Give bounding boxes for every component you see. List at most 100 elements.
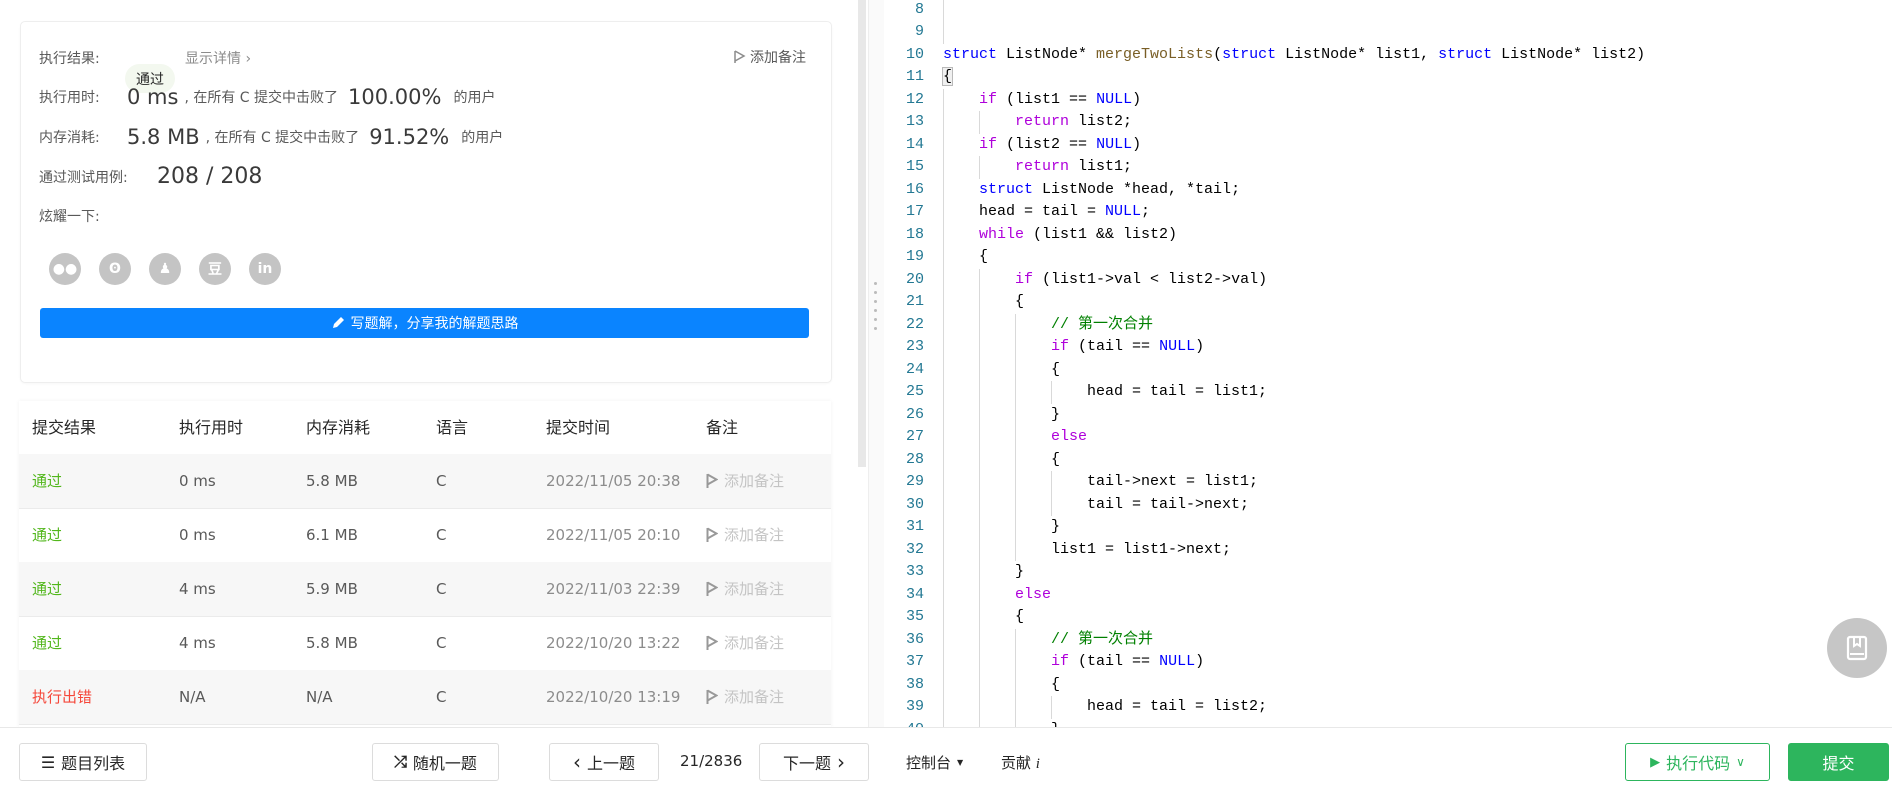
line-number: 39 — [905, 698, 924, 715]
notes-float-button[interactable] — [1827, 618, 1887, 678]
caret-down-icon: ▼ — [957, 758, 964, 767]
panel-resize-handle[interactable] — [868, 0, 885, 727]
code-line[interactable]: while (list1 && list2) — [943, 224, 1177, 247]
submit-button[interactable]: 提交 — [1788, 743, 1889, 781]
chevron-left-icon: ‹ — [572, 750, 581, 774]
cell-status[interactable]: 通过 — [32, 454, 62, 508]
grip-dot — [874, 291, 877, 294]
code-line[interactable]: if (tail == NULL) — [943, 336, 1204, 359]
cell-status[interactable]: 执行出错 — [32, 670, 92, 724]
problem-list-button[interactable]: ☰ 题目列表 — [19, 743, 147, 781]
add-note-button[interactable]: 添加备注 — [706, 508, 784, 562]
code-line[interactable]: return list2; — [943, 111, 1132, 134]
list-icon: ☰ — [40, 752, 56, 772]
code-line[interactable]: else — [943, 426, 1087, 449]
console-toggle[interactable]: 控制台 ▼ — [906, 752, 963, 773]
cell-memory: 5.8 MB — [306, 634, 358, 652]
linkedin-icon[interactable]: in — [249, 253, 281, 285]
memory-value: 5.8 MB — [127, 125, 200, 149]
code-line[interactable]: { — [943, 674, 1060, 697]
line-number: 18 — [905, 225, 924, 243]
code-line[interactable]: if (tail == NULL) — [943, 651, 1204, 674]
code-line[interactable]: head = tail = NULL; — [943, 201, 1150, 224]
code-line[interactable]: head = tail = list2; — [943, 696, 1267, 719]
add-note-button[interactable]: 添加备注 — [706, 454, 784, 508]
code-line[interactable]: tail->next = list1; — [943, 471, 1258, 494]
grip-dot — [874, 309, 877, 312]
header-language: 语言 — [436, 418, 469, 437]
line-number: 23 — [905, 338, 924, 355]
result-card: 执行结果: 通过 显示详情 › 添加备注 执行用时: 0 ms , 在所有 C … — [20, 21, 832, 383]
code-line[interactable]: tail = tail->next; — [943, 494, 1249, 517]
code-line[interactable]: { — [943, 606, 1024, 629]
code-line[interactable]: { — [943, 359, 1060, 382]
cell-submitted: 2022/10/20 13:22 — [546, 634, 681, 652]
line-number: 9 — [914, 23, 924, 40]
code-line[interactable]: struct ListNode *head, *tail; — [943, 179, 1240, 202]
douban-icon[interactable]: 豆 — [199, 253, 231, 285]
add-note-label: 添加备注 — [724, 688, 785, 706]
add-note-button[interactable]: 添加备注 — [706, 616, 784, 670]
shuffle-icon: ⤮ — [394, 752, 407, 771]
play-icon: ▶ — [1650, 754, 1661, 770]
problem-page-indicator: 21/2836 — [680, 752, 743, 770]
indent-guide — [943, 0, 944, 21]
code-editor[interactable]: 8 9 10 struct ListNode* mergeTwoLists(struc… — [884, 0, 1892, 727]
code-line[interactable]: // 第一次合并 — [943, 314, 1153, 337]
random-problem-button[interactable]: ⤮ 随机一题 — [372, 743, 499, 781]
code-line[interactable]: if (list1->val < list2->val) — [943, 269, 1267, 292]
code-line[interactable]: return list1; — [943, 156, 1132, 179]
next-problem-button[interactable]: 下一题 › — [759, 743, 869, 781]
line-number: 12 — [905, 90, 924, 108]
code-line[interactable]: } — [943, 719, 1060, 728]
code-line[interactable]: struct ListNode* mergeTwoLists(struct Li… — [943, 44, 1645, 67]
cell-status[interactable]: 通过 — [32, 508, 62, 562]
cell-lang: C — [436, 472, 447, 490]
header-time: 提交时间 — [546, 418, 611, 437]
code-line[interactable]: } — [943, 404, 1060, 427]
code-line[interactable]: { — [943, 246, 988, 269]
code-line[interactable]: list1 = list1->next; — [943, 539, 1231, 562]
code-line[interactable]: head = tail = list1; — [943, 381, 1267, 404]
pencil-icon — [332, 317, 344, 328]
code-line[interactable]: if (list1 == NULL) — [943, 89, 1141, 112]
code-line[interactable]: } — [943, 561, 1024, 584]
prev-problem-button[interactable]: ‹ 上一题 — [549, 743, 659, 781]
code-line[interactable]: else — [943, 584, 1051, 607]
add-note-button[interactable]: 添加备注 — [706, 562, 784, 616]
runtime-label: 执行用时: — [39, 90, 100, 106]
code-line[interactable]: } — [943, 516, 1060, 539]
table-row: 执行出错 N/A N/A C 2022/10/20 13:19 添加备注 — [19, 670, 831, 725]
cell-status[interactable]: 通过 — [32, 616, 62, 670]
code-line[interactable]: if (list2 == NULL) — [943, 134, 1141, 157]
add-note-button[interactable]: 添加备注 — [734, 47, 806, 67]
qq-icon[interactable]: ♟ — [149, 253, 181, 285]
code-line[interactable]: { — [943, 449, 1060, 472]
cell-status[interactable]: 通过 — [32, 562, 62, 616]
tests-label: 通过测试用例: — [39, 169, 128, 186]
code-line[interactable]: // 第一次合并 — [943, 629, 1153, 652]
cell-lang: C — [436, 634, 447, 652]
add-note-button[interactable]: 添加备注 — [706, 670, 784, 724]
cell-submitted: 2022/11/03 22:39 — [546, 580, 681, 598]
result-label: 执行结果: — [39, 51, 100, 67]
line-number: 8 — [914, 0, 924, 18]
line-number: 19 — [905, 248, 924, 265]
wechat-icon[interactable]: ●● — [49, 253, 81, 285]
weibo-icon[interactable]: ʘ — [99, 253, 131, 285]
show-details-link[interactable]: 显示详情 › — [185, 48, 251, 68]
left-panel-scrollbar[interactable] — [858, 0, 866, 467]
contribute-button[interactable]: 贡献 i — [1001, 752, 1040, 773]
code-line[interactable]: { — [943, 291, 1024, 314]
cell-lang: C — [436, 526, 447, 544]
header-note: 备注 — [706, 418, 739, 437]
code-line[interactable]: { — [941, 66, 954, 89]
tests-value: 208 / 208 — [157, 164, 263, 189]
write-solution-button[interactable]: 写题解，分享我的解题思路 — [40, 308, 809, 338]
line-number: 37 — [905, 653, 924, 670]
line-number: 36 — [905, 630, 924, 648]
cell-time: 0 ms — [179, 526, 216, 544]
run-code-label: 执行代码 — [1666, 754, 1731, 773]
cell-memory: N/A — [306, 688, 333, 706]
run-code-button[interactable]: ▶ 执行代码 ∨ — [1625, 743, 1770, 781]
